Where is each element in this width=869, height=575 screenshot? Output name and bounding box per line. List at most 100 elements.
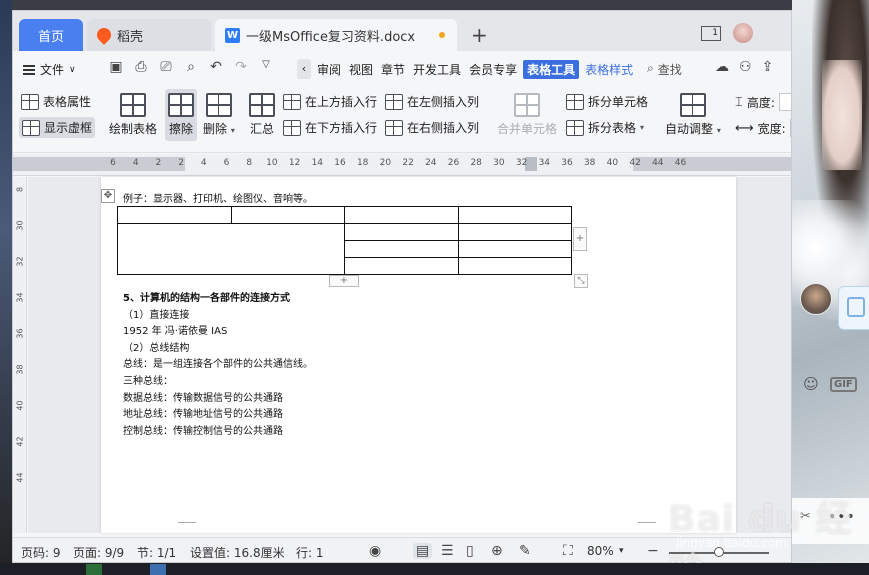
menu-developer[interactable]: 开发工具 <box>411 61 463 79</box>
chat-avatar[interactable] <box>800 283 832 315</box>
fit-page-icon[interactable]: ⛶ <box>563 543 573 559</box>
share-icon[interactable]: ⇪ <box>762 59 774 75</box>
menu-review[interactable]: 审阅 <box>315 61 343 79</box>
document-table[interactable] <box>117 206 572 275</box>
horizontal-ruler[interactable]: 6 4 2 2 4 6 8 10 12 14 16 18 20 22 24 26 28 30 32 34 36 38 40 4… <box>13 154 791 176</box>
ruler-tick: 34 <box>538 158 551 168</box>
share-user-icon[interactable]: ⚇ <box>739 59 752 75</box>
new-tab-button[interactable]: + <box>471 23 488 47</box>
table-resize-handle[interactable]: ⤡ <box>574 274 588 288</box>
menu-table-style[interactable]: 表格样式 <box>583 61 635 79</box>
tab-home[interactable]: 首页 <box>19 19 83 51</box>
search-button[interactable]: ⌕ 查找 <box>647 61 682 78</box>
gif-icon[interactable]: GIF <box>830 376 857 392</box>
table-cell[interactable] <box>230 206 345 224</box>
chevron-down-icon[interactable]: ▾ <box>619 546 624 556</box>
zoom-out-icon[interactable]: − <box>647 543 659 559</box>
file-menu-button[interactable]: 文件 ∨ <box>23 61 76 78</box>
ruler-tick: 18 <box>356 158 369 168</box>
table-move-handle[interactable]: ✥ <box>101 189 115 203</box>
delete-button[interactable]: 删除 ▾ <box>203 93 235 137</box>
column-width-input[interactable] <box>789 119 791 137</box>
outline-view-icon[interactable]: ☰ <box>441 543 454 559</box>
save-icon[interactable]: ▣ <box>108 59 124 75</box>
insert-column-right-icon <box>385 119 403 136</box>
ruler-tick: 16 <box>334 158 346 168</box>
table-cell[interactable] <box>117 206 232 224</box>
body-line: 三种总线： <box>123 375 173 387</box>
status-page-count[interactable]: 页面: 9/9 <box>73 544 124 561</box>
insert-row-above-button[interactable]: 在上方插入行 <box>283 93 377 110</box>
ruler-tick: 8 <box>246 158 253 168</box>
menu-scroll-left-button[interactable]: ‹ <box>297 59 311 79</box>
user-avatar[interactable] <box>733 23 753 43</box>
menu-member[interactable]: 会员专享 <box>467 61 519 79</box>
table-properties-button[interactable]: 表格属性 <box>21 93 91 110</box>
preview-icon[interactable]: ⌕ <box>183 59 199 75</box>
add-column-button[interactable]: + <box>573 227 587 251</box>
section-heading: 5、计算机的结构一各部件的连接方式 <box>123 293 290 304</box>
tab-daoke[interactable]: 稻壳 <box>87 19 211 51</box>
split-cells-button[interactable]: 拆分单元格 <box>566 93 648 110</box>
tab-document[interactable]: W 一级MsOffice复习资料.docx <box>215 19 457 51</box>
cloud-sync-icon[interactable]: ☁ <box>715 59 729 75</box>
reading-view-icon[interactable]: ▯ <box>466 543 474 559</box>
redo-icon[interactable]: ↷ <box>233 59 249 75</box>
table-cell[interactable] <box>344 223 459 241</box>
undo-icon[interactable]: ↶ <box>208 59 224 75</box>
table-cell[interactable] <box>457 240 572 258</box>
print-preview-icon[interactable]: ⎙ <box>133 59 149 75</box>
status-page-number[interactable]: 页码: 9 <box>21 544 61 561</box>
split-table-button[interactable]: 拆分表格 ▾ <box>566 119 644 136</box>
titlebar-right: 1 <box>701 23 753 43</box>
customize-icon[interactable]: ▽ <box>258 59 274 75</box>
ribbon-table-tools: 表格属性 显示虚框 绘制表格 擦除 删除 ▾ 汇总 在上方插入行 在下方插入行 … <box>13 87 791 153</box>
show-gridlines-button[interactable]: 显示虚框 <box>19 117 96 138</box>
menu-chapter[interactable]: 章节 <box>379 61 407 79</box>
menu-view[interactable]: 视图 <box>347 61 375 79</box>
auto-fit-icon <box>679 93 706 117</box>
add-row-button[interactable]: + <box>329 275 359 287</box>
emoji-icon[interactable]: ☺ <box>800 373 822 395</box>
table-merged-cell[interactable] <box>117 223 345 275</box>
write-view-icon[interactable]: ✎ <box>519 543 531 559</box>
ruler-tick: 32 <box>515 158 528 168</box>
insert-column-left-button[interactable]: 在左侧插入列 <box>385 93 479 110</box>
web-view-icon[interactable]: ⊕ <box>491 543 503 559</box>
print-icon[interactable]: ⎚ <box>158 59 174 75</box>
ruler-tick: 22 <box>402 158 414 168</box>
menu-table-tools[interactable]: 表格工具 <box>523 60 580 79</box>
auto-fit-button[interactable]: 自动调整 ▾ <box>665 93 721 137</box>
window-count-button[interactable]: 1 <box>701 25 721 41</box>
table-cell[interactable] <box>344 206 459 224</box>
chat-image-thumbnail[interactable] <box>838 286 869 330</box>
table-cell[interactable] <box>457 206 572 224</box>
zoom-level[interactable]: 80% <box>587 544 614 558</box>
sum-button[interactable]: 汇总 <box>249 93 275 137</box>
table-cell[interactable] <box>344 240 459 258</box>
taskbar-app-icon[interactable] <box>150 564 166 575</box>
erase-button[interactable]: 擦除 <box>165 89 197 141</box>
taskbar-app-icon[interactable] <box>86 564 102 575</box>
row-height-input[interactable] <box>778 93 791 111</box>
table-cell[interactable] <box>457 257 572 275</box>
draw-table-button[interactable]: 绘制表格 <box>109 93 157 137</box>
insert-column-left-icon <box>385 93 403 110</box>
insert-row-below-button[interactable]: 在下方插入行 <box>283 119 377 136</box>
page-view-icon[interactable]: ▤ <box>413 543 433 559</box>
document-caption: 例子：显示器、打印机、绘图仪、音响等。 <box>123 194 313 205</box>
status-position[interactable]: 设置值: 16.8厘米 <box>190 544 285 561</box>
split-cells-icon <box>566 93 584 110</box>
status-row[interactable]: 行: 1 <box>296 544 324 561</box>
table-cell[interactable] <box>344 257 459 275</box>
table-cell[interactable] <box>457 223 572 241</box>
vertical-ruler-tick: 40 <box>15 400 25 411</box>
insert-column-right-button[interactable]: 在右侧插入列 <box>385 119 479 136</box>
eye-protection-icon[interactable]: ◉ <box>369 543 381 559</box>
status-section[interactable]: 节: 1/1 <box>137 544 176 561</box>
merge-cells-button[interactable]: 合并单元格 <box>497 93 557 137</box>
wps-writer-window: 首页 稻壳 W 一级MsOffice复习资料.docx + 1 文件 ∨ ▣ ⎙… <box>12 10 792 563</box>
menu-items: 审阅 视图 章节 开发工具 会员专享 表格工具 表格样式 <box>315 60 639 79</box>
vertical-ruler[interactable]: 8 30 32 34 36 38 40 42 44 <box>13 177 27 533</box>
document-canvas[interactable]: ✥ 例子：显示器、打印机、绘图仪、音响等。 + + ⤡ 5、计算机的结构一各部件… <box>28 177 791 533</box>
